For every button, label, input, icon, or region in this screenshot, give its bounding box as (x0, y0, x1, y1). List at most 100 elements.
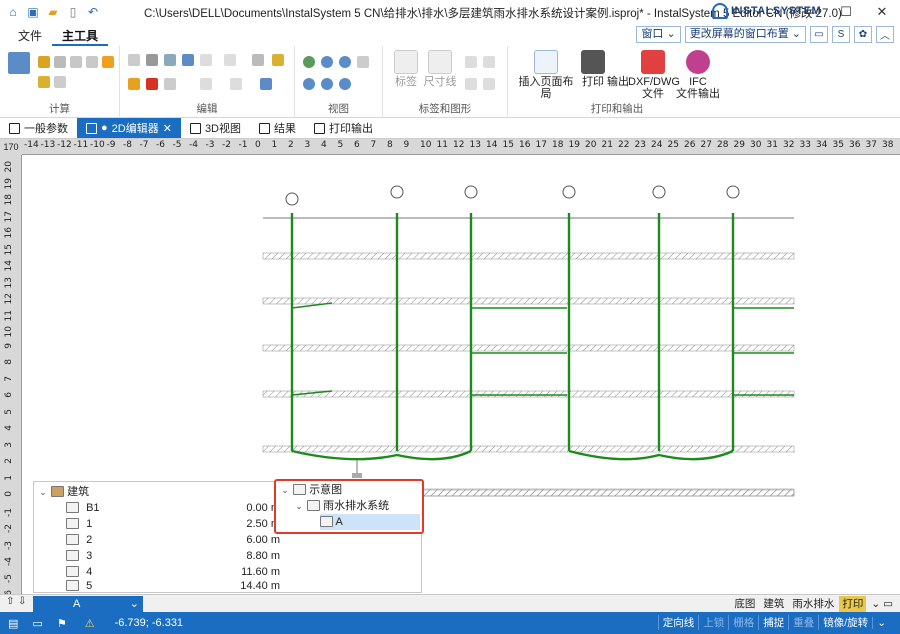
delete-icon[interactable] (146, 78, 158, 90)
maximize-button[interactable]: ☐ (828, 0, 864, 24)
undo-edit-icon[interactable] (182, 54, 194, 66)
export-button[interactable]: 输出 (606, 50, 630, 88)
layer-tab-rainwater[interactable]: 雨水排水 (789, 596, 837, 612)
rotate-icon[interactable] (230, 78, 242, 90)
pencil-icon[interactable] (272, 54, 284, 66)
calc-b-icon[interactable] (54, 56, 66, 68)
layer-tab-building[interactable]: 建筑 (760, 596, 787, 612)
tab-3d-view[interactable]: 3D视图 (181, 118, 250, 138)
dimension-button[interactable]: 尺寸线 (423, 50, 457, 88)
ifc-export-button[interactable]: IFC 文件输出 (676, 50, 720, 100)
layout-dropdown[interactable]: 更改屏幕的窗口布置 ⌄ (684, 26, 806, 43)
pan-icon[interactable] (357, 56, 369, 68)
group-labels: 标签 尺寸线 标签和图形 (383, 46, 508, 118)
dxf-dwg-button[interactable]: DXF/DWG 文件 (628, 50, 680, 100)
schema-combo[interactable]: A ⌄ (33, 596, 143, 612)
calc-e-icon[interactable] (102, 56, 114, 68)
skype-icon[interactable]: S (832, 26, 850, 43)
zoom-next-icon[interactable] (339, 78, 351, 90)
zoom-all-icon[interactable] (303, 78, 315, 90)
tree-system-rainwater[interactable]: ⌄ 雨水排水系统 (294, 498, 389, 514)
new-file-icon[interactable]: ▯ (66, 5, 80, 19)
minimize-button[interactable]: ─ (792, 0, 828, 24)
undo-icon[interactable]: ↶ (86, 5, 100, 19)
align-icon[interactable] (200, 78, 212, 90)
collapse-chevron-icon[interactable]: ⌄ (294, 498, 304, 514)
calc-c-icon[interactable] (70, 56, 82, 68)
move-icon[interactable] (164, 78, 176, 90)
warning-icon[interactable]: ⚠ (85, 617, 95, 630)
ruler-h-tick: 15 (502, 140, 514, 150)
zoom-window-icon[interactable] (339, 56, 351, 68)
schema-icon (293, 484, 307, 495)
collapse-chevron-icon[interactable]: ⌄ (280, 482, 290, 498)
status-toggle[interactable]: 栅格 (728, 615, 758, 630)
ruler-h-tick: 22 (618, 140, 630, 150)
clipboard-icon[interactable] (164, 54, 176, 66)
paste-icon[interactable] (146, 54, 158, 66)
insert-page-layout-button[interactable]: 插入页面布局 (514, 50, 578, 100)
tree-level-3[interactable]: 3 8.80 m (66, 548, 416, 564)
screen-icon[interactable]: ▭ (810, 26, 828, 43)
text-icon[interactable] (260, 78, 272, 90)
tab-results[interactable]: 结果 (250, 118, 305, 138)
calc-a-icon[interactable] (38, 56, 50, 68)
close-button[interactable]: ✕ (864, 0, 900, 24)
status-toggle[interactable]: 上锁 (698, 615, 728, 630)
calc-d-icon[interactable] (86, 56, 98, 68)
calculator-icon[interactable] (8, 52, 30, 74)
collapse-ribbon-icon[interactable]: ︿ (876, 26, 894, 43)
window-dropdown[interactable]: 窗口 ⌄ (636, 26, 681, 43)
collapse-chevron-icon[interactable]: ⌄ (38, 484, 48, 500)
print-button[interactable]: 打印 (580, 50, 606, 88)
menu-main-tools[interactable]: 主工具 (52, 26, 109, 46)
open-folder-icon[interactable]: ▰ (46, 5, 60, 19)
tree-level-5[interactable]: 5 14.40 m (66, 578, 416, 594)
app-icon[interactable]: ⌂ (6, 5, 20, 19)
scroll-down-icon[interactable]: ⇩ (18, 596, 26, 607)
level-icon (66, 534, 79, 545)
scissors-icon[interactable] (128, 78, 140, 90)
zoom-prev-icon[interactable] (321, 78, 333, 90)
tree-root-schema[interactable]: ⌄ 示意图 (280, 482, 342, 498)
calc-g-icon[interactable] (54, 76, 66, 88)
close-tab-icon[interactable]: ✕ (163, 122, 172, 135)
shape-icon[interactable] (465, 78, 477, 90)
zoom-out-icon[interactable] (321, 56, 333, 68)
zoom-in-icon[interactable] (303, 56, 315, 68)
tab-general-params[interactable]: 一般参数 (0, 118, 77, 138)
group-label-view: 视图 (328, 103, 349, 115)
tree-root-building[interactable]: ⌄ 建筑 (38, 484, 89, 500)
abc-icon[interactable] (465, 56, 477, 68)
status-toggle[interactable]: 定向线 (657, 615, 699, 630)
status-toggle[interactable]: 镜像/旋转 (818, 615, 872, 630)
status-toggle[interactable]: 捕捉 (758, 615, 788, 630)
layer-tab-underlay[interactable]: 底图 (731, 596, 758, 612)
label-button[interactable]: 标签 (389, 50, 423, 88)
list-icon[interactable] (252, 54, 264, 66)
calc-f-icon[interactable] (38, 76, 50, 88)
menu-file[interactable]: 文件 (8, 26, 52, 46)
level-icon (66, 518, 79, 529)
group-label-calc: 计算 (49, 103, 70, 115)
tree-level-2[interactable]: 2 6.00 m (66, 532, 416, 548)
status-menu-chevron-icon[interactable]: ⌄ (872, 616, 890, 629)
group-label-edit: 编辑 (196, 103, 218, 115)
copy-icon[interactable] (128, 54, 140, 66)
tab-2d-editor[interactable]: ● 2D编辑器 ✕ (77, 118, 181, 138)
ruler-v-tick: 9 (4, 342, 14, 349)
layer-tab-print[interactable]: 打印 (839, 596, 867, 612)
image-icon[interactable] (483, 78, 495, 90)
tree-leaf-a[interactable]: A (320, 514, 420, 530)
status-toggle[interactable]: 重叠 (788, 615, 818, 630)
ruler-h-tick: 34 (816, 140, 828, 150)
ruler-h-tick: 0 (255, 140, 261, 150)
scroll-up-icon[interactable]: ⇧ (6, 596, 14, 607)
select-icon[interactable] (200, 54, 212, 66)
settings-icon[interactable]: ✿ (854, 26, 872, 43)
layer-menu-icon[interactable]: ⌄ ▭ (868, 596, 896, 612)
tab-print-output[interactable]: 打印输出 (305, 118, 382, 138)
table-icon[interactable] (483, 56, 495, 68)
insert-icon[interactable] (224, 54, 236, 66)
save-icon[interactable]: ▣ (26, 5, 40, 19)
